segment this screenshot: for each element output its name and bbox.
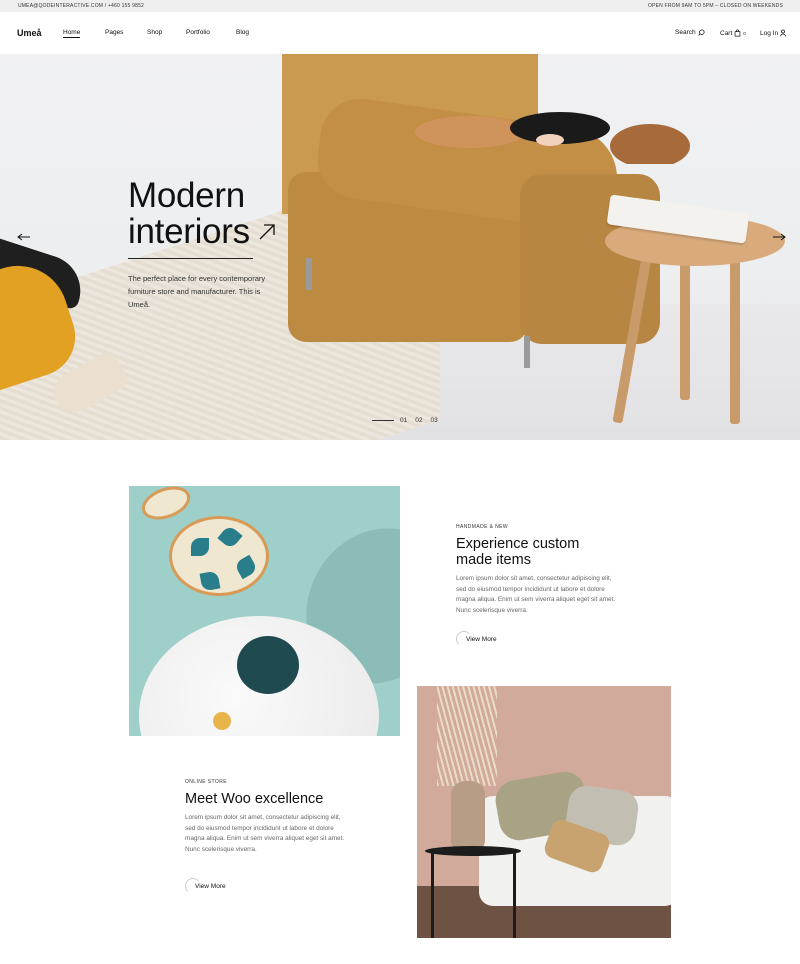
teal-bowl — [237, 636, 299, 694]
site-logo[interactable]: Umeå — [17, 28, 42, 38]
section2-eyebrow: ONLINE STORE — [185, 779, 227, 785]
pager-slide-1[interactable]: 01 — [400, 417, 407, 424]
nav-item-home[interactable]: Home — [63, 29, 81, 38]
pampas-grass — [437, 686, 497, 786]
black-side-table — [425, 846, 521, 856]
section1-title-line2: made items — [456, 552, 531, 568]
hero-title-line1: Modern — [128, 176, 245, 215]
side-table-leg — [730, 244, 740, 424]
user-icon — [780, 29, 786, 37]
glass — [213, 712, 231, 730]
vase — [451, 781, 485, 849]
chair-back — [137, 486, 195, 526]
slide-pager: 01 02 03 — [372, 417, 446, 424]
nav-item-pages[interactable]: Pages — [105, 29, 123, 36]
cart-icon — [734, 29, 741, 37]
chair-table-image — [129, 486, 400, 736]
pager-slide-2[interactable]: 02 — [415, 417, 422, 424]
hero-title-line2: interiors — [128, 212, 250, 251]
arrow-left-icon — [17, 233, 30, 241]
opening-hours: OPEN FROM 9AM TO 5PM – CLOSED ON WEEKEND… — [648, 3, 783, 9]
section1-body: Lorem ipsum dolor sit amet, consectetur … — [456, 575, 616, 614]
feature-woo-store: ONLINE STORE Meet Woo excellence Lorem i… — [185, 779, 345, 855]
section1-view-more-button[interactable]: View More — [456, 631, 497, 647]
prev-slide-arrow[interactable] — [17, 232, 31, 244]
section1-title: Experience custom made items — [456, 536, 616, 568]
section2-title: Meet Woo excellence — [185, 791, 324, 807]
section1-eyebrow: HANDMADE & NEW — [456, 524, 508, 530]
login-label: Log In — [760, 29, 779, 37]
contact-info[interactable]: UMEA@QODEINTERACTIVE.COM / +460 155 9852 — [18, 3, 144, 9]
leaf-pattern — [191, 538, 209, 556]
cart-label: Cart — [720, 29, 733, 37]
side-table-leg — [513, 852, 516, 938]
section2-view-more-button[interactable]: View More — [185, 878, 226, 894]
search-label: Search — [675, 29, 696, 36]
sofa-leg — [306, 258, 312, 290]
hero-description: The perfect place for every contemporary… — [128, 274, 266, 309]
section2-body: Lorem ipsum dolor sit amet, consectetur … — [185, 814, 345, 853]
hero-slider: Modern interiors The perfect place for e… — [0, 54, 800, 440]
person-lying — [415, 112, 690, 164]
cart-button[interactable]: Cart 0 — [720, 29, 746, 37]
site-header: Umeå Home Pages Shop Portfolio Blog Sear… — [0, 12, 800, 54]
search-icon — [697, 29, 705, 36]
hero-divider — [128, 258, 253, 259]
sofa-vase-image — [417, 686, 671, 938]
sofa-leg — [524, 336, 530, 368]
next-slide-arrow[interactable] — [772, 232, 786, 244]
section1-cta-label: View More — [466, 636, 497, 643]
search-button[interactable]: Search — [675, 29, 705, 36]
cart-count: 0 — [743, 30, 746, 36]
pager-slide-3[interactable]: 03 — [430, 417, 437, 424]
hero-title: Modern interiors — [128, 178, 276, 250]
side-table-leg — [680, 250, 690, 400]
login-button[interactable]: Log In — [760, 29, 786, 37]
pager-active-line — [372, 420, 394, 421]
nav-item-portfolio[interactable]: Portfolio — [186, 29, 210, 36]
arrow-right-icon — [773, 233, 786, 241]
nav-item-blog[interactable]: Blog — [236, 29, 249, 36]
top-info-bar: UMEA@QODEINTERACTIVE.COM / +460 155 9852… — [0, 0, 800, 12]
arrow-up-right-icon[interactable] — [258, 223, 276, 241]
feature-custom-items: HANDMADE & NEW Experience custom made it… — [456, 524, 616, 616]
nav-item-shop[interactable]: Shop — [147, 29, 162, 36]
section1-title-line1: Experience custom — [456, 536, 580, 552]
side-table-leg — [431, 852, 434, 938]
section2-cta-label: View More — [195, 883, 226, 890]
